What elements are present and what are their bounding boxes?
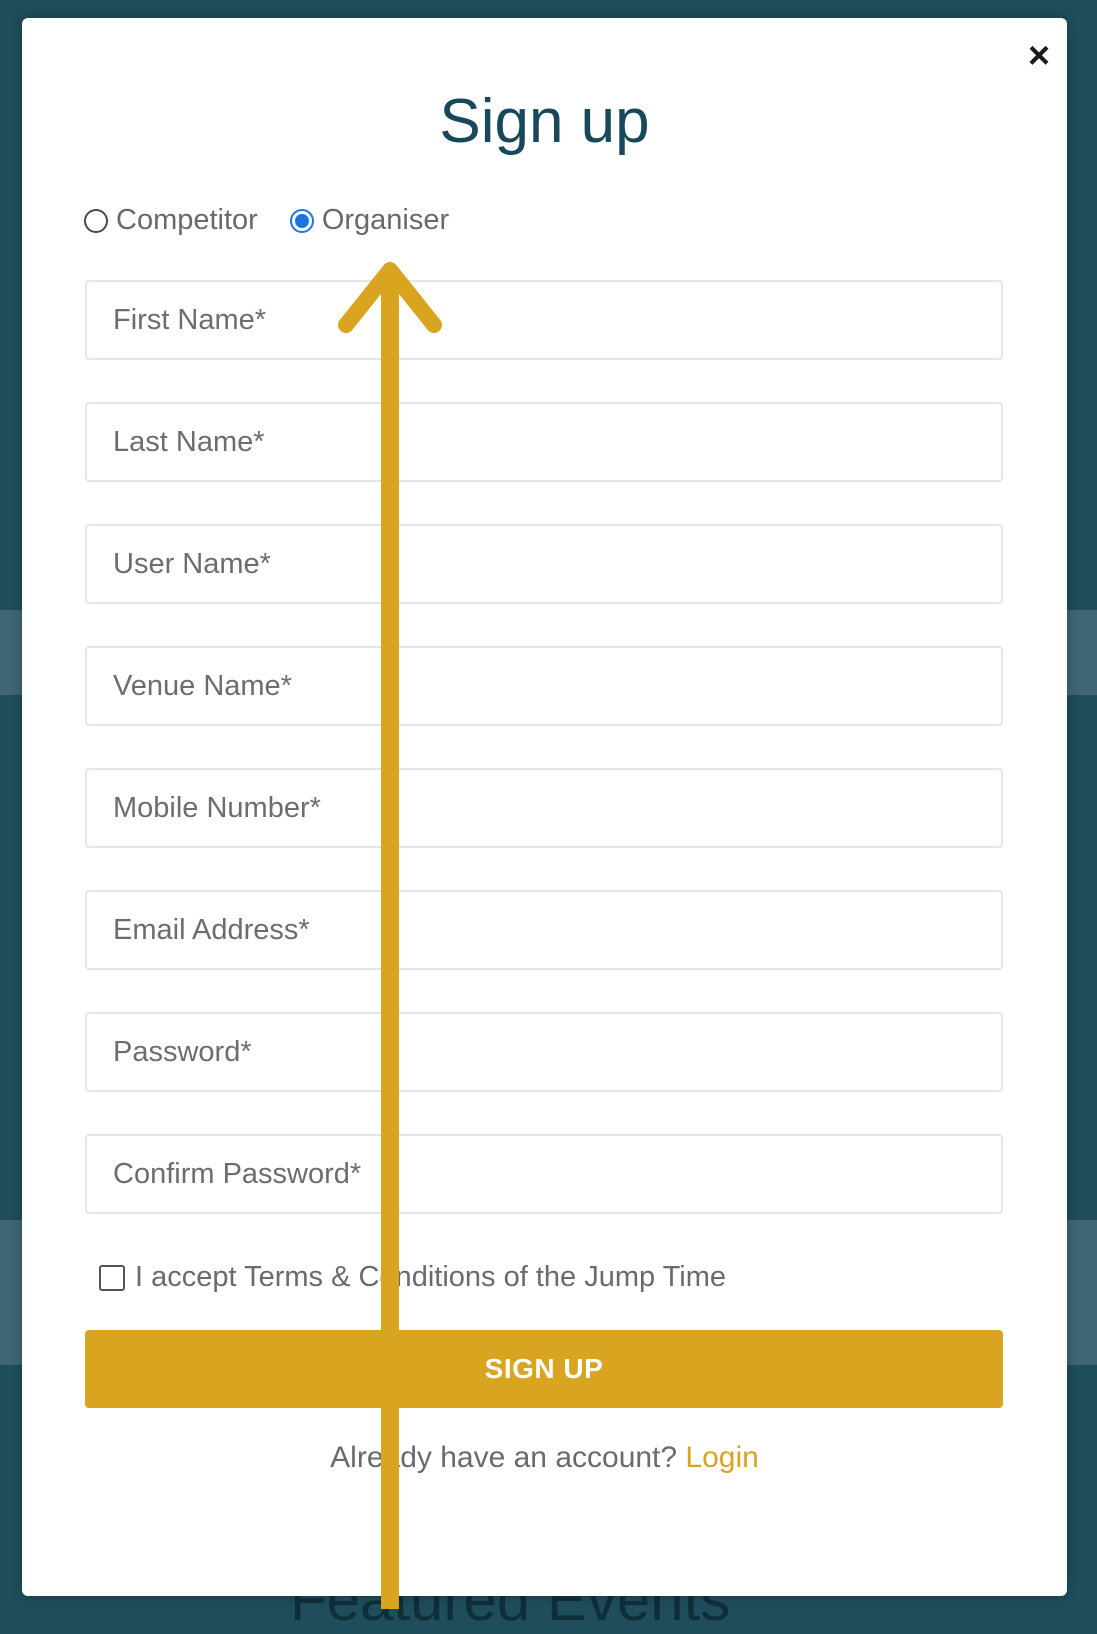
competitor-label: Competitor: [116, 204, 258, 236]
last-name-field[interactable]: Last Name*: [85, 402, 1003, 482]
login-link[interactable]: Login: [685, 1441, 758, 1474]
terms-row: I accept Terms & Conditions of the Jump …: [99, 1261, 726, 1294]
role-option-competitor[interactable]: Competitor: [84, 204, 258, 237]
role-option-organiser[interactable]: Organiser: [289, 204, 450, 237]
organiser-radio[interactable]: [289, 208, 314, 233]
organiser-label: Organiser: [321, 204, 450, 236]
signup-modal: × Sign up Competitor Organiser First Nam…: [22, 18, 1067, 1596]
mobile-number-field[interactable]: Mobile Number*: [85, 768, 1003, 848]
user-name-field[interactable]: User Name*: [85, 524, 1003, 604]
first-name-field[interactable]: First Name*: [85, 280, 1003, 360]
password-field[interactable]: Password*: [85, 1012, 1003, 1092]
terms-label: I accept Terms & Conditions of the Jump …: [135, 1261, 727, 1293]
confirm-password-field[interactable]: Confirm Password*: [85, 1134, 1003, 1214]
role-selector: Competitor Organiser: [84, 204, 449, 237]
sign-up-button[interactable]: SIGN UP: [85, 1330, 1003, 1408]
signup-fields: First Name* Last Name* User Name* Venue …: [85, 280, 1003, 1256]
login-prompt: Already have an account? Login: [22, 1441, 1067, 1475]
modal-title: Sign up: [439, 87, 650, 156]
email-address-field[interactable]: Email Address*: [85, 890, 1003, 970]
venue-name-field[interactable]: Venue Name*: [85, 646, 1003, 726]
login-prompt-text: Already have an account?: [330, 1441, 678, 1474]
terms-checkbox[interactable]: [99, 1264, 125, 1291]
competitor-radio[interactable]: [84, 208, 108, 233]
close-button[interactable]: ×: [1021, 37, 1057, 75]
